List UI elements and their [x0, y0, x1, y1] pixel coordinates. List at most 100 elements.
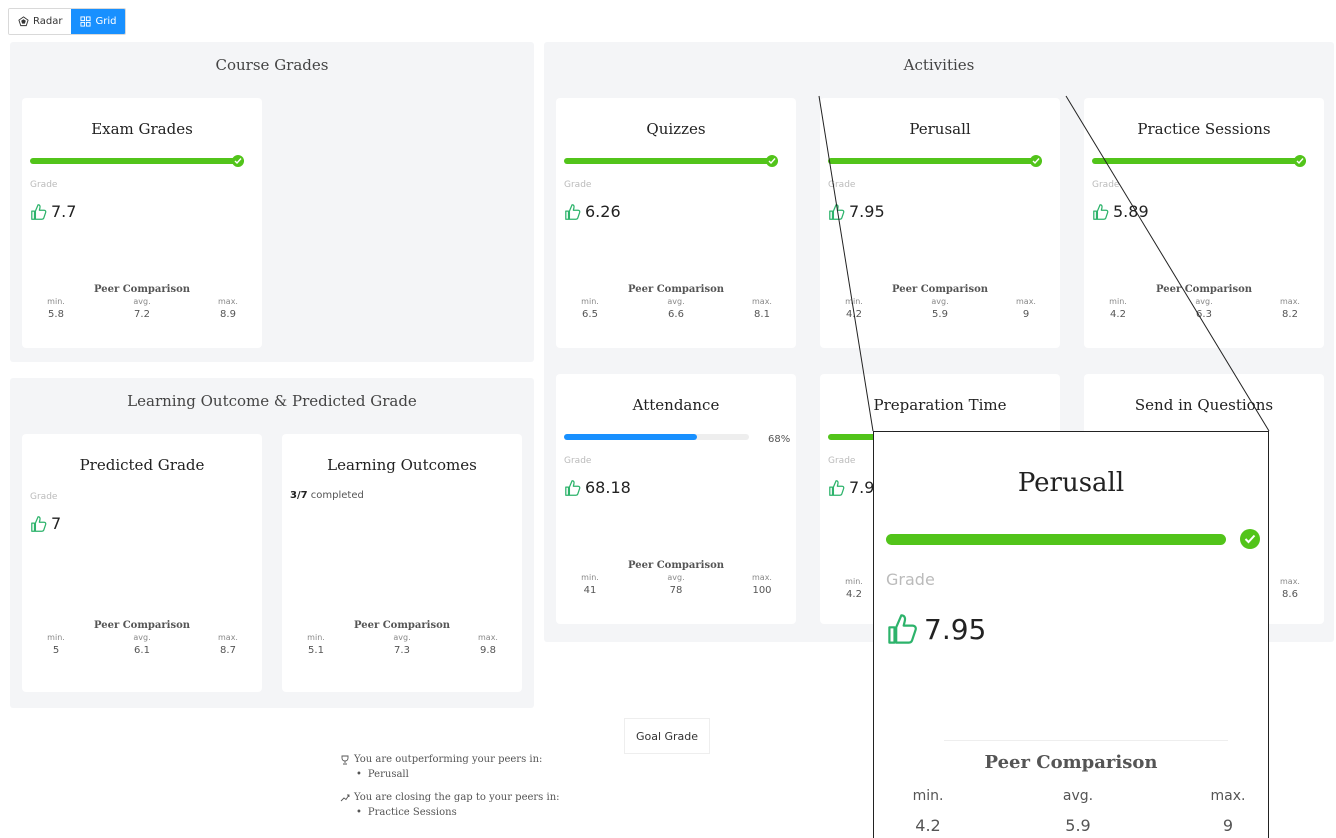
min-label: min.	[1109, 297, 1127, 306]
peer-comparison-title: Peer Comparison	[353, 620, 451, 631]
max-label: max.	[1016, 297, 1036, 306]
max-value: 8.2	[1282, 309, 1298, 320]
card-title: Preparation Time	[873, 396, 1007, 414]
thumbs-up-icon	[1093, 203, 1109, 220]
card-title: Attendance	[632, 396, 720, 414]
max-value: 8.7	[220, 645, 236, 656]
trophy-icon	[341, 755, 349, 764]
max-value: 8.9	[220, 309, 236, 320]
min-label: min.	[307, 633, 325, 642]
grade-label: Grade	[564, 180, 592, 190]
completed-status: 3/7 completed	[290, 490, 364, 501]
grade-value: 7.7	[30, 202, 76, 221]
grid-icon	[80, 16, 91, 27]
peer-comparison: Peer Comparison min. 41 avg. 78 max. 100	[556, 560, 796, 596]
progress-bar	[30, 158, 244, 164]
max-value: 100	[752, 585, 772, 596]
peer-comparison: Peer Comparison min. 4.2 avg. 5.9 max. 9	[820, 284, 1060, 320]
min-value: 41	[583, 585, 597, 596]
check-circle-icon	[766, 155, 778, 167]
max-value: 9	[1022, 309, 1030, 320]
thumbs-up-icon	[31, 515, 47, 532]
zoom-max-label: max.	[1210, 788, 1246, 804]
zoom-avg-label: avg.	[1062, 788, 1094, 804]
closing-text: You are closing the gap to your peers in…	[354, 792, 560, 803]
grade-number: 7.95	[849, 202, 885, 221]
exam-grades-card[interactable]: Exam Grades Grade 7.7 Peer Comparison mi…	[22, 98, 262, 348]
thumbs-up-icon	[565, 203, 581, 220]
max-label: max.	[1280, 577, 1300, 586]
max-label: max.	[752, 297, 772, 306]
predicted-grade-card[interactable]: Predicted Grade Grade 7 Peer Comparison …	[22, 434, 262, 692]
completed-count: 3/7	[290, 490, 308, 501]
card-title: Learning Outcomes	[327, 456, 477, 474]
attendance-percentage: 68%	[768, 434, 791, 445]
quizzes-card[interactable]: Quizzes Grade 6.26 Peer Comparison min. 6…	[556, 98, 796, 348]
check-circle-icon	[1240, 529, 1260, 549]
max-label: max.	[1280, 297, 1300, 306]
progress-fill	[828, 158, 1042, 164]
progress-fill	[1092, 158, 1306, 164]
max-label: max.	[752, 573, 772, 582]
min-value: 5.8	[48, 309, 64, 320]
peer-comparison-title: Peer Comparison	[1155, 284, 1253, 295]
radar-view-label: Radar	[33, 16, 63, 27]
grade-value: 5.89	[1092, 202, 1149, 221]
grade-value: 7.95	[828, 202, 885, 221]
min-label: min.	[845, 577, 863, 586]
goal-grade-button[interactable]: Goal Grade	[624, 718, 710, 754]
grade-number: 68.18	[585, 478, 631, 497]
max-label: max.	[218, 633, 238, 642]
grade-label: Grade	[828, 180, 856, 190]
grade-number: 7.9	[849, 478, 875, 497]
zoom-max-value: 9	[1222, 816, 1234, 835]
grade-label: Grade	[1092, 180, 1120, 190]
zoom-peer-row: min. 4.2 avg. 5.9 max. 9	[898, 788, 1258, 835]
card-title: Practice Sessions	[1137, 120, 1271, 138]
zoom-avg-value: 5.9	[1065, 816, 1091, 835]
zoom-card-title: Perusall	[1017, 468, 1125, 498]
practice-sessions-card[interactable]: Practice Sessions Grade 5.89 Peer Compar…	[1084, 98, 1324, 348]
closing-item: Practice Sessions	[340, 807, 560, 818]
learning-outcome-title: Learning Outcome & Predicted Grade	[127, 392, 417, 410]
zoom-peer-title: Peer Comparison	[984, 752, 1158, 773]
attendance-card[interactable]: Attendance Grade 68.18 Peer Comparison m…	[556, 374, 796, 624]
outperform-item: Perusall	[340, 769, 560, 780]
grade-number: 7	[51, 514, 62, 533]
closing-line: You are closing the gap to your peers in…	[340, 792, 560, 803]
max-label: max.	[478, 633, 498, 642]
peer-comparison-title: Peer Comparison	[93, 284, 191, 295]
learning-outcomes-card[interactable]: Learning Outcomes 3/7 completed Peer Com…	[282, 434, 522, 692]
max-value: 8.6	[1282, 589, 1298, 600]
peer-comparison-title: Peer Comparison	[93, 620, 191, 631]
peer-comparison-title: Peer Comparison	[627, 560, 725, 571]
peer-comparison: Peer Comparison min. 5 avg. 6.1 max. 8.7	[22, 620, 262, 656]
card-title: Send in Questions	[1134, 396, 1274, 414]
grid-view-button[interactable]: Grid	[71, 9, 126, 34]
insights: You are outperforming your peers in: Per…	[340, 754, 560, 818]
radar-view-button[interactable]: Radar	[9, 9, 72, 34]
min-label: min.	[47, 297, 65, 306]
grade-number: 5.89	[1113, 202, 1149, 221]
peer-comparison: Peer Comparison min. 6.5 avg. 6.6 max. 8.1	[556, 284, 796, 320]
zoom-grade-label: Grade	[886, 570, 935, 589]
min-label: min.	[581, 297, 599, 306]
grade-value: 7.9	[828, 478, 874, 497]
peer-comparison-title: Peer Comparison	[891, 284, 989, 295]
peer-comparison: Peer Comparison min. 5.1 avg. 7.3 max. 9.8	[282, 620, 522, 656]
avg-label: avg.	[393, 633, 411, 642]
grade-label: Grade	[564, 456, 592, 466]
progress-fill	[564, 434, 698, 440]
check-circle-icon	[1030, 155, 1042, 167]
peer-comparison: Peer Comparison min. 4.2 avg. 6.3 max. 8.2	[1084, 284, 1324, 320]
max-label: max.	[218, 297, 238, 306]
peer-comparison-title: Peer Comparison	[627, 284, 725, 295]
card-title: Exam Grades	[91, 120, 193, 138]
avg-label: avg.	[133, 633, 151, 642]
thumbs-up-icon	[565, 479, 581, 496]
thumbs-up-icon	[829, 203, 845, 220]
perusall-card[interactable]: Perusall Grade 7.95 Peer Comparison min.…	[820, 98, 1060, 348]
grade-label: Grade	[828, 456, 856, 466]
min-label: min.	[845, 297, 863, 306]
grade-number: 7.7	[51, 202, 77, 221]
